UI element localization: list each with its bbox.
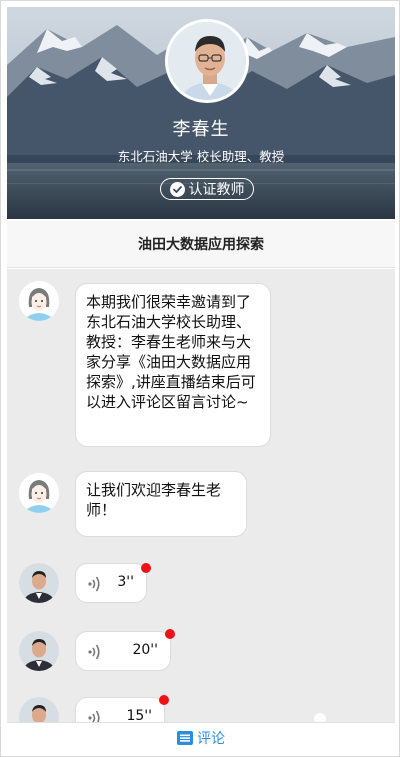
lecturer-small-photo [19, 631, 59, 671]
check-circle-icon [169, 181, 185, 197]
comment-bar[interactable]: 评论 [7, 722, 395, 752]
voice-message[interactable]: 15'' [75, 697, 165, 722]
voice-duration: 15'' [126, 708, 152, 722]
app-frame: 李春生 东北石油大学 校长助理、教授 认证教师 油田大数据应用探索 本期我们很荣… [0, 0, 400, 757]
unread-dot [159, 695, 169, 705]
lecturer-name: 李春生 [172, 119, 230, 140]
host-avatar[interactable] [19, 473, 59, 513]
lecturer-avatar[interactable] [165, 19, 249, 103]
voice-wave-icon [88, 710, 100, 722]
verified-teacher-badge: 认证教师 [160, 178, 254, 200]
lecturer-small-avatar[interactable] [19, 631, 59, 671]
voice-message[interactable]: 20'' [75, 631, 171, 671]
voice-wave-icon [88, 576, 100, 592]
chat-message-bubble[interactable]: 让我们欢迎李春生老师！ [75, 471, 247, 537]
topic-title: 油田大数据应用探索 [138, 237, 264, 253]
host-avatar[interactable] [19, 281, 59, 321]
voice-message[interactable]: 3'' [75, 563, 147, 603]
host-cartoon-avatar [19, 281, 59, 321]
badge-label: 认证教师 [188, 182, 245, 198]
message-text: 本期我们很荣幸邀请到了东北石油大学校长助理、教授：李春生老师来与大家分享《油田大… [86, 293, 256, 411]
topic-title-bar: 油田大数据应用探索 [7, 221, 395, 268]
comment-label: 评论 [197, 730, 225, 747]
voice-duration: 20'' [132, 642, 158, 658]
chat-message-bubble[interactable]: 本期我们很荣幸邀请到了东北石油大学校长助理、教授：李春生老师来与大家分享《油田大… [75, 283, 271, 447]
lecturer-title: 东北石油大学 校长助理、教授 [117, 149, 285, 164]
chat-area[interactable]: 本期我们很荣幸邀请到了东北石油大学校长助理、教授：李春生老师来与大家分享《油田大… [7, 269, 395, 722]
lecturer-small-avatar[interactable] [19, 563, 59, 603]
voice-wave-icon [88, 644, 100, 660]
unread-dot [141, 563, 151, 573]
lecturer-small-avatar[interactable] [19, 697, 59, 722]
comment-list-icon [177, 730, 193, 745]
lecturer-small-photo [19, 563, 59, 603]
voice-duration: 3'' [117, 574, 134, 590]
lecturer-small-photo [19, 697, 59, 722]
message-text: 让我们欢迎李春生老师！ [86, 481, 222, 519]
host-cartoon-avatar [19, 473, 59, 513]
unread-dot [165, 629, 175, 639]
profile-header: 李春生 东北石油大学 校长助理、教授 认证教师 [7, 7, 395, 219]
